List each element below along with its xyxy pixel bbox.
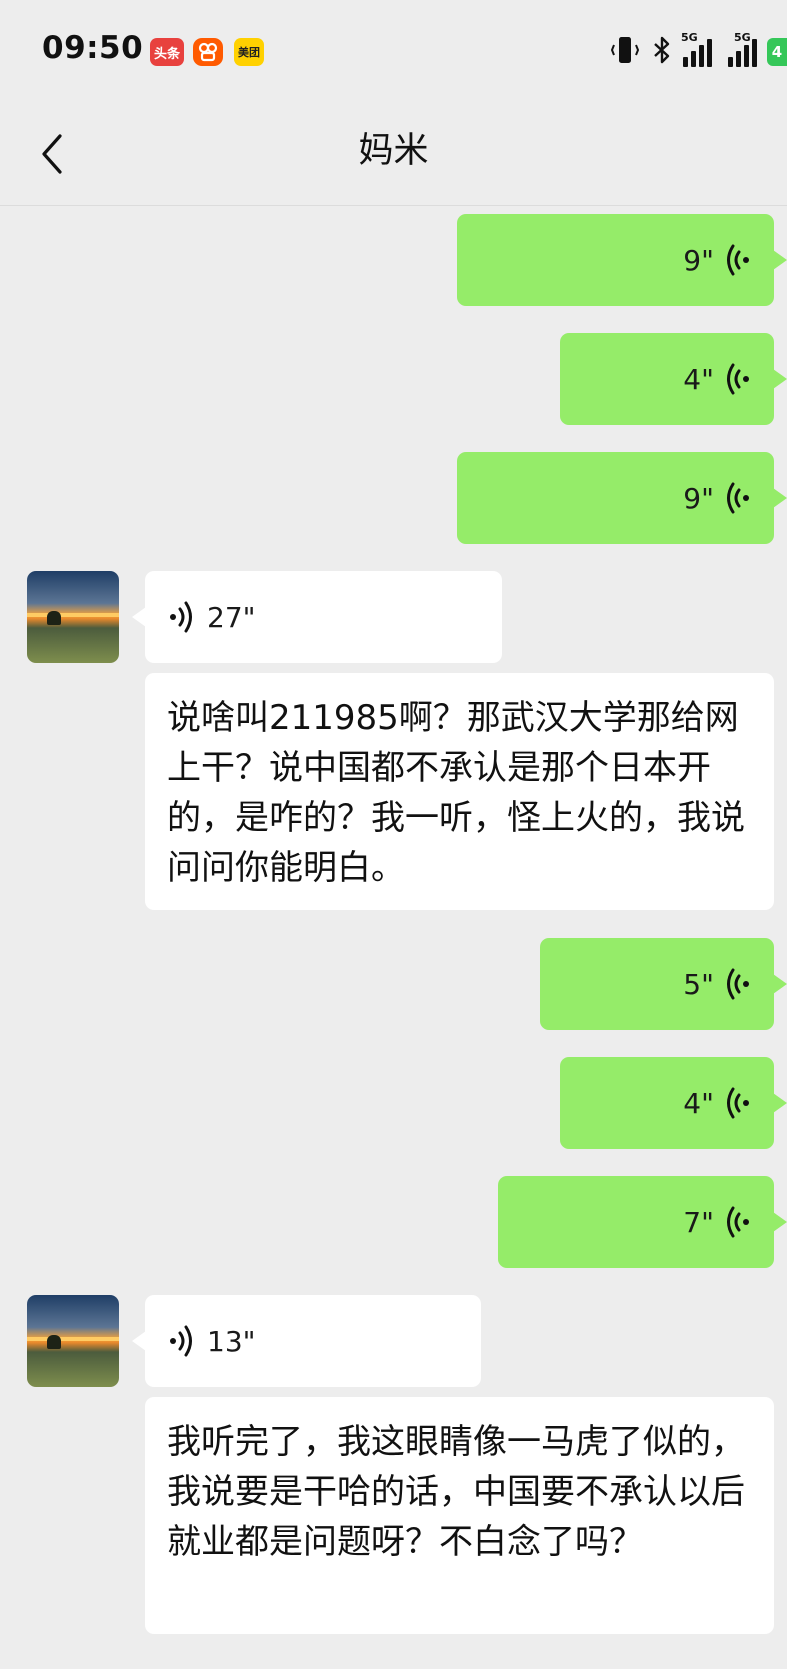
chat-header: 妈米 bbox=[0, 100, 787, 206]
voice-wave-icon bbox=[727, 244, 749, 276]
voice-duration: 5" bbox=[683, 967, 714, 1001]
voice-duration: 4" bbox=[683, 1086, 714, 1120]
signal-2-icon: 5G bbox=[728, 31, 757, 67]
chat-title: 妈米 bbox=[358, 131, 429, 171]
sent-voice-message[interactable]: 4" bbox=[560, 1057, 787, 1149]
voice-duration: 7" bbox=[683, 1205, 714, 1239]
received-voice-message[interactable]: 13" bbox=[132, 1295, 481, 1387]
voice-wave-icon bbox=[727, 482, 749, 514]
contact-avatar[interactable] bbox=[27, 571, 119, 663]
status-icons: 5G 5G 4 bbox=[609, 31, 787, 72]
received-voice-message[interactable]: 27" bbox=[132, 571, 502, 663]
sent-voice-message[interactable]: 7" bbox=[498, 1176, 787, 1268]
signal-1-icon: 5G bbox=[681, 31, 712, 67]
voice-wave-icon bbox=[727, 363, 749, 395]
bluetooth-icon bbox=[651, 35, 673, 69]
voice-transcript: 说啥叫211985啊？那武汉大学那给网上干？说中国都不承认是那个日本开的，是咋的… bbox=[145, 673, 774, 910]
status-time: 09:50 bbox=[42, 30, 144, 66]
voice-wave-icon bbox=[170, 1325, 192, 1357]
voice-duration: 13" bbox=[207, 1324, 256, 1358]
voice-duration: 9" bbox=[683, 243, 714, 277]
voice-wave-icon bbox=[727, 1206, 749, 1238]
vibrate-icon bbox=[609, 34, 641, 70]
sent-voice-message[interactable]: 5" bbox=[540, 938, 787, 1030]
sent-voice-message[interactable]: 4" bbox=[560, 333, 787, 425]
voice-transcript: 我听完了，我这眼睛像一马虎了似的，我说要是干哈的话，中国要不承认以后就业都是问题… bbox=[145, 1397, 774, 1634]
status-bar: 09:50 头条 美团 5G 5G 4 bbox=[0, 0, 787, 100]
voice-wave-icon bbox=[727, 968, 749, 1000]
battery-icon: 4 bbox=[767, 38, 787, 66]
voice-duration: 4" bbox=[683, 362, 714, 396]
voice-wave-icon bbox=[170, 601, 192, 633]
voice-duration: 9" bbox=[683, 481, 714, 515]
contact-avatar[interactable] bbox=[27, 1295, 119, 1387]
sent-voice-message[interactable]: 9" bbox=[457, 452, 787, 544]
voice-wave-icon bbox=[727, 1087, 749, 1119]
kuaishou-app-icon bbox=[193, 38, 223, 66]
voice-duration: 27" bbox=[207, 600, 256, 634]
meituan-app-icon: 美团 bbox=[234, 38, 264, 66]
sent-voice-message[interactable]: 9" bbox=[457, 214, 787, 306]
toutiao-app-icon: 头条 bbox=[150, 38, 184, 66]
